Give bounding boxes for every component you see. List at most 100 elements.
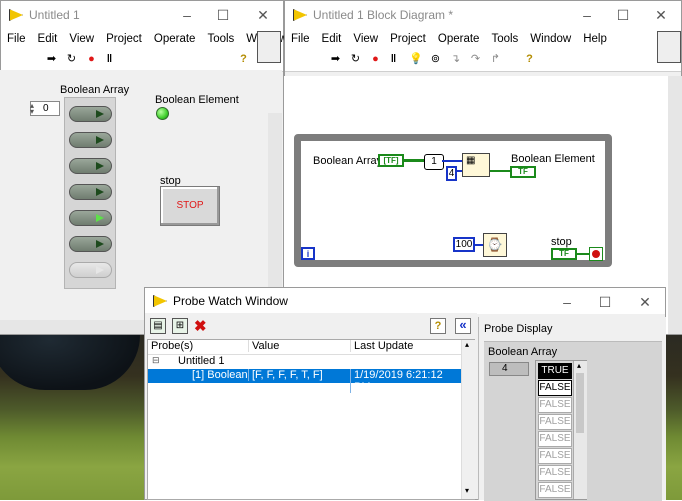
menu-tools[interactable]: Tools (201, 33, 240, 45)
wait-wire[interactable] (475, 244, 483, 246)
boolean-array-element[interactable] (69, 184, 112, 200)
loop-condition-terminal[interactable] (589, 247, 603, 261)
boolean-element-terminal[interactable]: TF (510, 166, 536, 178)
probe-help-icon[interactable]: ? (430, 318, 446, 334)
scroll-up-icon[interactable]: ▴ (577, 361, 581, 370)
pause-icon[interactable]: ‖ (103, 53, 116, 66)
probe-row[interactable]: [1] Boolean [F, F, F, F, T, F] 1/19/2019… (148, 369, 462, 393)
probe-display-index[interactable]: 4 (489, 362, 529, 376)
stop-wire[interactable] (577, 253, 589, 255)
boolean-array-element[interactable] (69, 132, 112, 148)
boolean-array-element[interactable] (69, 106, 112, 122)
scroll-thumb[interactable] (576, 373, 584, 433)
close-button[interactable]: ✕ (643, 1, 679, 29)
new-probe-icon[interactable]: ▤ (150, 318, 166, 334)
boolean-array-element[interactable] (69, 158, 112, 174)
vi-connector-icon[interactable] (257, 31, 281, 63)
index-decrement-icon[interactable]: ▾ (30, 107, 34, 116)
step-into-icon[interactable]: ↴ (449, 53, 462, 66)
block-diagram-toolbar: ➡ ↻ ● ‖ 💡 ⊚ ↴ ↷ ↱ ? (285, 49, 681, 72)
menu-operate[interactable]: Operate (432, 33, 486, 45)
menu-window[interactable]: Window (524, 33, 577, 45)
probe-display-title: Probe Display (484, 323, 553, 335)
run-arrow-icon[interactable]: ➡ (329, 53, 342, 66)
block-diagram-vertical-scrollbar[interactable] (668, 76, 682, 334)
array-value-cell: FALSE (538, 448, 572, 464)
wait-ms-function-icon[interactable]: ⌚ (483, 233, 507, 257)
boolean-array-wire[interactable] (404, 159, 424, 162)
menu-view[interactable]: View (63, 33, 100, 45)
maximize-button[interactable]: ☐ (587, 288, 623, 316)
menu-operate[interactable]: Operate (148, 33, 202, 45)
menu-help[interactable]: Help (577, 33, 613, 45)
probe-name: [1] Boolean (192, 369, 248, 381)
size-wire[interactable] (456, 170, 462, 172)
group-collapse-icon[interactable]: ⊟ (152, 355, 160, 366)
boolean-element-wire[interactable] (490, 170, 510, 172)
wait-ms-constant[interactable]: 100 (453, 237, 475, 252)
array-value-cell: FALSE (538, 397, 572, 413)
probe-titlebar[interactable]: Probe Watch Window – ☐ ✕ (145, 288, 665, 314)
boolean-array-terminal[interactable]: [TF] (378, 154, 404, 167)
index-constant[interactable]: 1 (424, 154, 444, 170)
size-constant[interactable]: 4 (446, 166, 457, 181)
add-probe-icon[interactable]: ⊞ (172, 318, 188, 334)
close-button[interactable]: ✕ (245, 1, 281, 29)
menu-tools[interactable]: Tools (485, 33, 524, 45)
boolean-array-element[interactable] (69, 210, 112, 226)
column-last-update[interactable]: Last Update (350, 340, 413, 352)
context-help-icon[interactable]: ? (237, 53, 250, 66)
menu-edit[interactable]: Edit (32, 33, 64, 45)
collapse-display-icon[interactable]: « (455, 318, 471, 334)
block-diagram-titlebar[interactable]: Untitled 1 Block Diagram * – ☐ ✕ (285, 1, 681, 29)
menu-edit[interactable]: Edit (316, 33, 348, 45)
minimize-button[interactable]: – (549, 288, 585, 316)
pause-icon[interactable]: ‖ (387, 53, 400, 66)
menu-file[interactable]: File (1, 33, 32, 45)
maximize-button[interactable]: ☐ (205, 1, 241, 29)
boolean-array-element[interactable] (69, 236, 112, 252)
context-help-icon[interactable]: ? (523, 53, 536, 66)
retain-wire-values-icon[interactable]: ⊚ (429, 53, 442, 66)
run-continuously-icon[interactable]: ↻ (349, 53, 362, 66)
run-continuously-icon[interactable]: ↻ (65, 53, 78, 66)
highlight-execution-icon[interactable]: 💡 (409, 53, 423, 66)
iteration-terminal[interactable]: i (301, 247, 315, 260)
boolean-element-terminal-text: TF (518, 167, 528, 176)
scroll-down-icon[interactable]: ▾ (465, 486, 469, 495)
abort-icon[interactable]: ● (369, 53, 382, 66)
vi-connector-icon[interactable] (657, 31, 681, 63)
column-value[interactable]: Value (248, 340, 279, 352)
index-wire[interactable] (442, 160, 462, 162)
boolean-array-element[interactable] (69, 262, 112, 278)
stop-terminal[interactable]: TF (551, 248, 577, 260)
probe-table-scrollbar[interactable]: ▴ ▾ (461, 340, 475, 499)
array-value-cell: FALSE (538, 465, 572, 481)
probe-group-row[interactable]: ⊟ Untitled 1 (148, 355, 462, 369)
menu-project[interactable]: Project (384, 33, 432, 45)
menu-project[interactable]: Project (100, 33, 148, 45)
column-probes[interactable]: Probe(s) (151, 340, 193, 352)
menu-view[interactable]: View (347, 33, 384, 45)
probe-array-scrollbar[interactable]: ▴ (573, 361, 587, 499)
delete-probe-icon[interactable]: ✖ (194, 317, 207, 335)
wait-ms-value: 100 (455, 239, 473, 250)
run-arrow-icon[interactable]: ➡ (45, 53, 58, 66)
close-button[interactable]: ✕ (627, 288, 663, 316)
array-subset-function[interactable]: ▦ (462, 153, 490, 177)
minimize-button[interactable]: – (169, 1, 205, 29)
array-index-control[interactable]: 0 (30, 101, 60, 116)
led-arrow-icon (96, 266, 104, 274)
abort-icon[interactable]: ● (85, 53, 98, 66)
front-panel-toolbar: ➡ ↻ ● ‖ ? (1, 49, 283, 72)
scroll-up-icon[interactable]: ▴ (465, 340, 469, 349)
step-out-icon[interactable]: ↱ (489, 53, 502, 66)
boolean-array-terminal-label: Boolean Array (313, 155, 383, 167)
stop-button[interactable]: STOP (160, 186, 220, 226)
front-panel-title: Untitled 1 (29, 8, 80, 22)
step-over-icon[interactable]: ↷ (469, 53, 482, 66)
minimize-button[interactable]: – (569, 1, 605, 29)
menu-file[interactable]: File (285, 33, 316, 45)
front-panel-titlebar[interactable]: Untitled 1 – ☐ ✕ (1, 1, 283, 29)
maximize-button[interactable]: ☐ (605, 1, 641, 29)
